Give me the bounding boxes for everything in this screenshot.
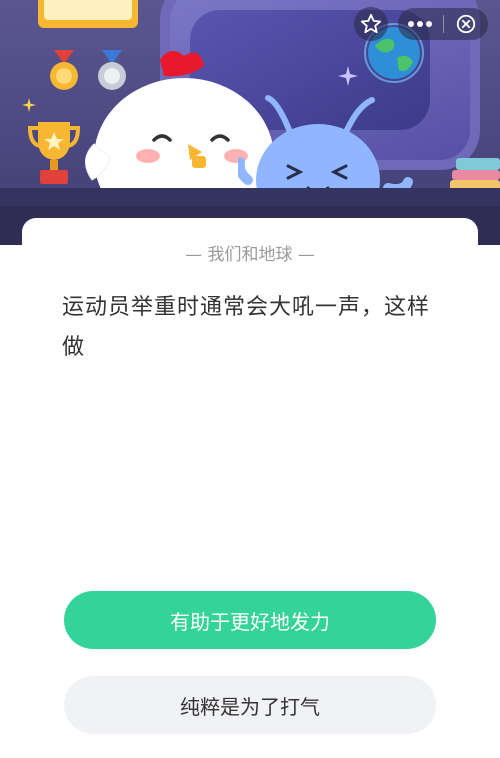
- more-dots-icon[interactable]: [398, 8, 443, 40]
- mini-program-controls: [354, 7, 488, 41]
- trophy-icon: [27, 122, 81, 184]
- answer-option-2[interactable]: 纯粹是为了打气: [64, 676, 436, 734]
- question-text: 运动员举重时通常会大吼一声，这样做: [62, 295, 431, 360]
- medal-icon: [50, 50, 78, 90]
- plaque-icon: [38, 0, 138, 28]
- capsule-menu: [398, 8, 488, 40]
- books-icon: [450, 158, 500, 190]
- close-circle-icon[interactable]: [443, 8, 488, 40]
- favorite-button[interactable]: [354, 7, 388, 41]
- answer-option-1[interactable]: 有助于更好地发力: [64, 591, 436, 649]
- hero-illustration: [0, 0, 500, 245]
- shelf: [0, 188, 500, 206]
- sparkle-icon: [22, 98, 36, 112]
- sparkle-icon: [338, 66, 358, 86]
- question-category: — 我们和地球 —: [185, 245, 315, 265]
- star-outline-icon: [360, 13, 382, 35]
